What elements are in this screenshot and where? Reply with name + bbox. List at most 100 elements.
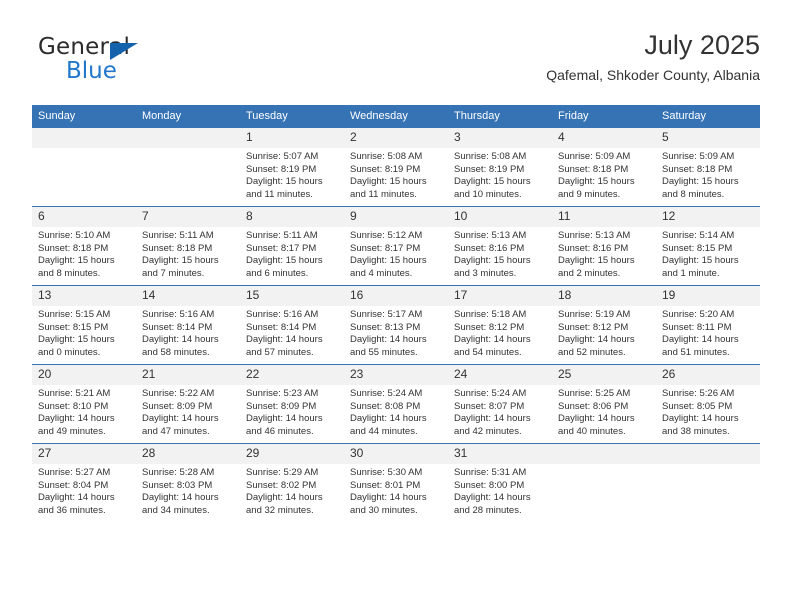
day-number: 1 xyxy=(240,128,344,148)
day-number: 27 xyxy=(32,444,136,464)
day-details: Sunrise: 5:07 AM Sunset: 8:19 PM Daylight:… xyxy=(240,148,344,201)
sunset-text: Sunset: 8:15 PM xyxy=(662,242,733,254)
page-header: General Blue July 2025 Qafemal, Shkoder … xyxy=(32,28,760,90)
calendar-day-cell[interactable]: 2 Sunrise: 5:08 AM Sunset: 8:19 PM Daylight… xyxy=(344,128,448,207)
calendar-day-cell[interactable]: 9 Sunrise: 5:12 AM Sunset: 8:17 PM Daylight… xyxy=(344,206,448,286)
sunset-text: Sunset: 8:17 PM xyxy=(246,242,317,254)
daylight-text-line1: Daylight: 14 hours xyxy=(142,334,219,346)
calendar-day-cell[interactable]: 12 Sunrise: 5:14 AM Sunset: 8:15 PM Dayligh… xyxy=(656,206,760,286)
calendar-day-cell[interactable]: 28 Sunrise: 5:28 AM Sunset: 8:03 PM Dayligh… xyxy=(136,443,240,522)
sunrise-text: Sunrise: 5:21 AM xyxy=(38,388,111,399)
day-number: 25 xyxy=(552,365,656,385)
weekday-header-friday: Friday xyxy=(552,105,656,128)
day-details: Sunrise: 5:25 AM Sunset: 8:06 PM Daylight:… xyxy=(552,385,656,438)
daylight-text-line2: and 9 minutes. xyxy=(558,188,621,200)
day-details: Sunrise: 5:17 AM Sunset: 8:13 PM Daylight:… xyxy=(344,306,448,359)
daylight-text-line1: Daylight: 15 hours xyxy=(350,255,427,267)
calendar-day-cell[interactable]: 26 Sunrise: 5:26 AM Sunset: 8:05 PM Dayligh… xyxy=(656,364,760,444)
calendar-day-cell[interactable]: 3 Sunrise: 5:08 AM Sunset: 8:19 PM Daylight… xyxy=(448,128,552,207)
day-details: Sunrise: 5:08 AM Sunset: 8:19 PM Daylight:… xyxy=(344,148,448,201)
daylight-text-line1: Daylight: 14 hours xyxy=(558,334,635,346)
general-blue-logo[interactable]: General Blue xyxy=(38,34,258,90)
day-number: 31 xyxy=(448,444,552,464)
day-details: Sunrise: 5:24 AM Sunset: 8:07 PM Daylight:… xyxy=(448,385,552,438)
daylight-text-line2: and 47 minutes. xyxy=(142,425,210,437)
calendar-day-cell[interactable]: 30 Sunrise: 5:30 AM Sunset: 8:01 PM Dayligh… xyxy=(344,443,448,522)
sunrise-text: Sunrise: 5:15 AM xyxy=(38,309,111,320)
sunrise-text: Sunrise: 5:29 AM xyxy=(246,467,319,478)
day-number xyxy=(32,128,136,148)
calendar-day-cell[interactable]: 5 Sunrise: 5:09 AM Sunset: 8:18 PM Daylight… xyxy=(656,128,760,207)
calendar-day-cell[interactable]: 27 Sunrise: 5:27 AM Sunset: 8:04 PM Dayligh… xyxy=(32,443,136,522)
day-number: 22 xyxy=(240,365,344,385)
daylight-text-line2: and 34 minutes. xyxy=(142,504,210,516)
daylight-text-line2: and 11 minutes. xyxy=(350,188,417,200)
calendar-week-row: 13 Sunrise: 5:15 AM Sunset: 8:15 PM Dayligh… xyxy=(32,285,760,365)
sunset-text: Sunset: 8:08 PM xyxy=(350,400,421,412)
sunset-text: Sunset: 8:00 PM xyxy=(454,479,525,491)
weekday-header-row: Sunday Monday Tuesday Wednesday Thursday… xyxy=(32,105,760,128)
daylight-text-line1: Daylight: 14 hours xyxy=(454,413,531,425)
day-number: 12 xyxy=(656,207,760,227)
calendar-day-cell[interactable]: 31 Sunrise: 5:31 AM Sunset: 8:00 PM Dayligh… xyxy=(448,443,552,522)
daylight-text-line2: and 32 minutes. xyxy=(246,504,314,516)
daylight-text-line2: and 46 minutes. xyxy=(246,425,314,437)
day-details: Sunrise: 5:30 AM Sunset: 8:01 PM Daylight:… xyxy=(344,464,448,517)
sunrise-text: Sunrise: 5:20 AM xyxy=(662,309,735,320)
calendar-day-cell[interactable]: 14 Sunrise: 5:16 AM Sunset: 8:14 PM Dayligh… xyxy=(136,285,240,365)
daylight-text-line2: and 55 minutes. xyxy=(350,346,418,358)
day-details: Sunrise: 5:11 AM Sunset: 8:18 PM Daylight:… xyxy=(136,227,240,280)
sunset-text: Sunset: 8:18 PM xyxy=(142,242,213,254)
sunrise-text: Sunrise: 5:08 AM xyxy=(350,151,423,162)
sunrise-text: Sunrise: 5:11 AM xyxy=(142,230,214,241)
calendar-day-cell[interactable]: 11 Sunrise: 5:13 AM Sunset: 8:16 PM Dayligh… xyxy=(552,206,656,286)
sunset-text: Sunset: 8:07 PM xyxy=(454,400,525,412)
sunset-text: Sunset: 8:16 PM xyxy=(558,242,629,254)
day-details: Sunrise: 5:16 AM Sunset: 8:14 PM Daylight:… xyxy=(240,306,344,359)
daylight-text-line2: and 51 minutes. xyxy=(662,346,730,358)
calendar-day-cell[interactable]: 21 Sunrise: 5:22 AM Sunset: 8:09 PM Dayligh… xyxy=(136,364,240,444)
daylight-text-line1: Daylight: 14 hours xyxy=(454,334,531,346)
day-number: 21 xyxy=(136,365,240,385)
calendar-day-cell[interactable]: 8 Sunrise: 5:11 AM Sunset: 8:17 PM Daylight… xyxy=(240,206,344,286)
calendar-day-cell[interactable]: 20 Sunrise: 5:21 AM Sunset: 8:10 PM Dayligh… xyxy=(32,364,136,444)
sunrise-text: Sunrise: 5:14 AM xyxy=(662,230,735,241)
day-details: Sunrise: 5:21 AM Sunset: 8:10 PM Daylight:… xyxy=(32,385,136,438)
calendar-day-cell[interactable]: 17 Sunrise: 5:18 AM Sunset: 8:12 PM Dayligh… xyxy=(448,285,552,365)
day-details: Sunrise: 5:13 AM Sunset: 8:16 PM Daylight:… xyxy=(552,227,656,280)
calendar-week-row: 6 Sunrise: 5:10 AM Sunset: 8:18 PM Daylight… xyxy=(32,206,760,286)
sunrise-text: Sunrise: 5:09 AM xyxy=(558,151,631,162)
day-details: Sunrise: 5:28 AM Sunset: 8:03 PM Daylight:… xyxy=(136,464,240,517)
daylight-text-line1: Daylight: 15 hours xyxy=(246,176,323,188)
calendar-day-cell[interactable]: 15 Sunrise: 5:16 AM Sunset: 8:14 PM Dayligh… xyxy=(240,285,344,365)
daylight-text-line2: and 0 minutes. xyxy=(38,346,101,358)
daylight-text-line2: and 4 minutes. xyxy=(350,267,413,279)
sunset-text: Sunset: 8:14 PM xyxy=(142,321,213,333)
calendar-day-cell[interactable]: 1 Sunrise: 5:07 AM Sunset: 8:19 PM Daylight… xyxy=(240,128,344,207)
calendar-week-row: 27 Sunrise: 5:27 AM Sunset: 8:04 PM Dayligh… xyxy=(32,443,760,522)
calendar-day-cell[interactable]: 16 Sunrise: 5:17 AM Sunset: 8:13 PM Dayligh… xyxy=(344,285,448,365)
day-details: Sunrise: 5:11 AM Sunset: 8:17 PM Daylight:… xyxy=(240,227,344,280)
calendar-day-cell[interactable]: 19 Sunrise: 5:20 AM Sunset: 8:11 PM Dayligh… xyxy=(656,285,760,365)
daylight-text-line2: and 11 minutes. xyxy=(246,188,313,200)
calendar-day-cell[interactable]: 6 Sunrise: 5:10 AM Sunset: 8:18 PM Daylight… xyxy=(32,206,136,286)
calendar-day-cell[interactable]: 24 Sunrise: 5:24 AM Sunset: 8:07 PM Dayligh… xyxy=(448,364,552,444)
calendar-day-cell[interactable]: 23 Sunrise: 5:24 AM Sunset: 8:08 PM Dayligh… xyxy=(344,364,448,444)
calendar-day-cell[interactable]: 22 Sunrise: 5:23 AM Sunset: 8:09 PM Dayligh… xyxy=(240,364,344,444)
calendar-day-cell[interactable]: 7 Sunrise: 5:11 AM Sunset: 8:18 PM Daylight… xyxy=(136,206,240,286)
sunrise-text: Sunrise: 5:16 AM xyxy=(246,309,319,320)
calendar-day-cell[interactable]: 29 Sunrise: 5:29 AM Sunset: 8:02 PM Dayligh… xyxy=(240,443,344,522)
sunrise-text: Sunrise: 5:08 AM xyxy=(454,151,527,162)
daylight-text-line1: Daylight: 15 hours xyxy=(350,176,427,188)
sunset-text: Sunset: 8:02 PM xyxy=(246,479,317,491)
weekday-header-wednesday: Wednesday xyxy=(344,105,448,128)
calendar-empty-cell xyxy=(32,128,136,207)
calendar-day-cell[interactable]: 10 Sunrise: 5:13 AM Sunset: 8:16 PM Dayligh… xyxy=(448,206,552,286)
calendar-day-cell[interactable]: 13 Sunrise: 5:15 AM Sunset: 8:15 PM Dayligh… xyxy=(32,285,136,365)
calendar-day-cell[interactable]: 4 Sunrise: 5:09 AM Sunset: 8:18 PM Daylight… xyxy=(552,128,656,207)
calendar-day-cell[interactable]: 18 Sunrise: 5:19 AM Sunset: 8:12 PM Dayligh… xyxy=(552,285,656,365)
daylight-text-line2: and 58 minutes. xyxy=(142,346,210,358)
daylight-text-line2: and 52 minutes. xyxy=(558,346,626,358)
calendar-day-cell[interactable]: 25 Sunrise: 5:25 AM Sunset: 8:06 PM Dayligh… xyxy=(552,364,656,444)
daylight-text-line1: Daylight: 15 hours xyxy=(662,255,739,267)
